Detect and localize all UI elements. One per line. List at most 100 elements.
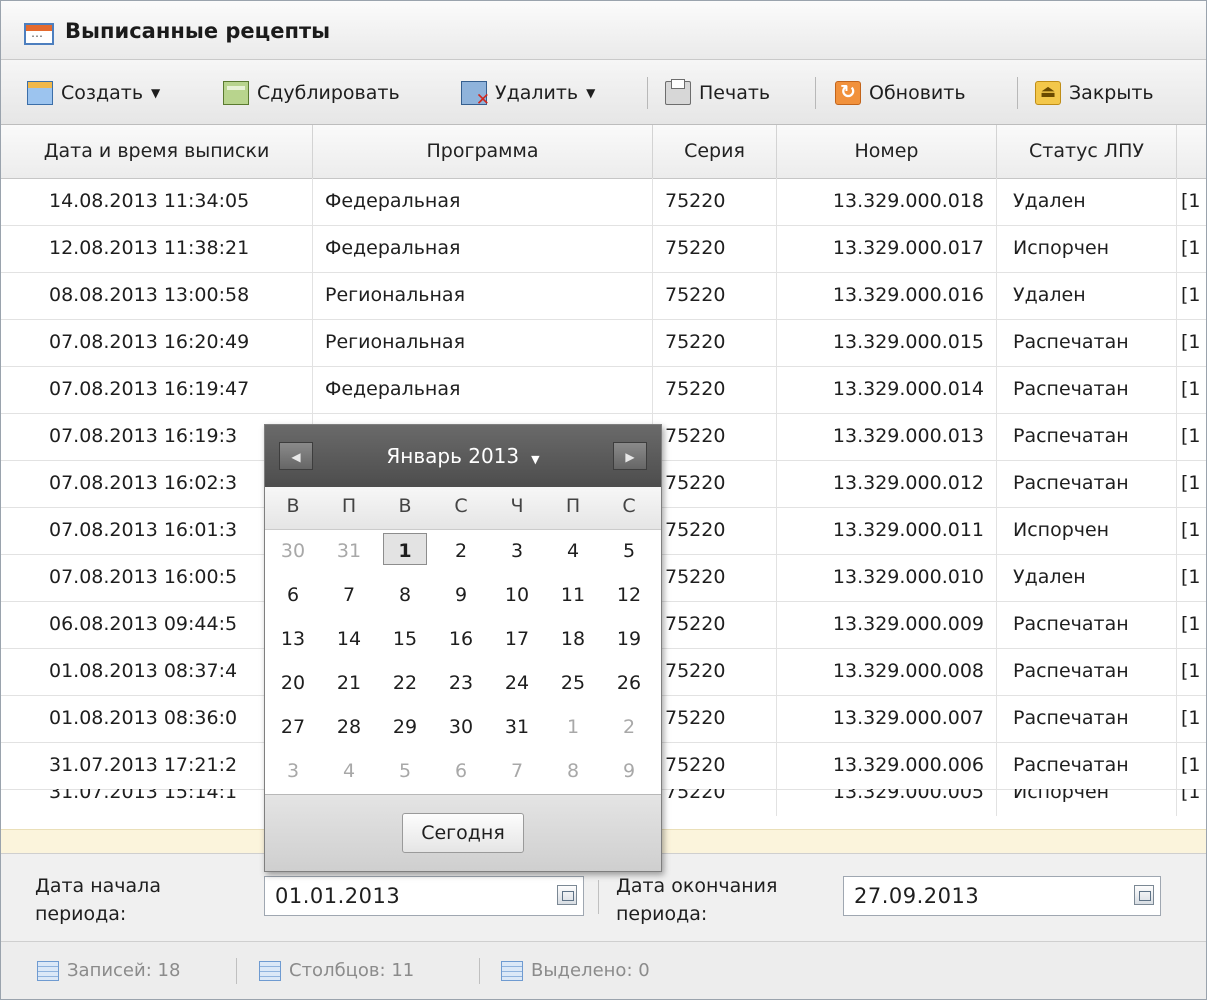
month-year-selector[interactable]: Январь 2013 ▼: [355, 425, 571, 491]
field-separator: [598, 880, 599, 914]
today-button[interactable]: Сегодня: [402, 813, 524, 853]
duplicate-button[interactable]: Сдублировать: [223, 78, 400, 108]
calendar-day[interactable]: 27: [265, 709, 321, 745]
calendar-day[interactable]: 30: [265, 533, 321, 569]
calendar-day[interactable]: 15: [377, 621, 433, 657]
delete-button[interactable]: Удалить ▼: [461, 78, 596, 110]
calendar-day[interactable]: 11: [545, 577, 601, 613]
date-picker-footer: Сегодня: [265, 794, 661, 871]
calendar-day[interactable]: 1: [545, 709, 601, 745]
cell-program: Федеральная: [313, 366, 653, 413]
window-titlebar: Выписанные рецепты: [1, 1, 1206, 60]
calendar-day[interactable]: 20: [265, 665, 321, 701]
prev-month-button[interactable]: ◀: [279, 442, 313, 470]
records-count: Записей: 18: [67, 960, 181, 981]
weekday-header: В П В С Ч П С: [265, 487, 661, 530]
records-status: Записей: 18: [37, 960, 180, 981]
calendar-day[interactable]: 10: [489, 577, 545, 613]
calendar-day[interactable]: 4: [545, 533, 601, 569]
weekday-label: Ч: [510, 495, 524, 517]
table-row[interactable]: 08.08.2013 13:00:58 Региональная 75220 1…: [1, 272, 1206, 320]
calendar-day[interactable]: 26: [601, 665, 657, 701]
column-header-date[interactable]: Дата и время выписки: [1, 125, 313, 178]
cell-number: 13.329.000.005: [777, 789, 997, 816]
next-month-button[interactable]: ▶: [613, 442, 647, 470]
calendar-day[interactable]: 13: [265, 621, 321, 657]
column-header-series[interactable]: Серия: [653, 125, 777, 178]
calendar-day[interactable]: 7: [321, 577, 377, 613]
calendar-day[interactable]: 24: [489, 665, 545, 701]
table-row[interactable]: 07.08.2013 16:20:49 Региональная 75220 1…: [1, 319, 1206, 367]
calendar-day[interactable]: 19: [601, 621, 657, 657]
calendar-day[interactable]: 31: [489, 709, 545, 745]
cell-number: 13.329.000.010: [777, 554, 997, 601]
delete-icon: [461, 81, 490, 110]
calendar-days: 30 31 1 2 3 4 5 6 7 8 9 10 11 12 13 14 15 16 17 18 19 20 21 22 2…: [265, 533, 661, 795]
weekday-label: П: [565, 495, 581, 517]
close-button[interactable]: Закрыть: [1035, 78, 1154, 108]
weekday-label: В: [398, 495, 412, 517]
calendar-day[interactable]: 7: [489, 753, 545, 789]
cell-status: Распечатан: [997, 601, 1177, 648]
table-row[interactable]: 07.08.2013 16:19:47 Федеральная 75220 13…: [1, 366, 1206, 414]
calendar-day[interactable]: 21: [321, 665, 377, 701]
cell-number: 13.329.000.011: [777, 507, 997, 554]
end-date-field[interactable]: 27.09.2013: [843, 876, 1161, 916]
calendar-day[interactable]: 16: [433, 621, 489, 657]
calendar-day[interactable]: 28: [321, 709, 377, 745]
calendar-day[interactable]: 25: [545, 665, 601, 701]
calendar-day[interactable]: 2: [601, 709, 657, 745]
calendar-day[interactable]: 5: [377, 753, 433, 789]
cell-series: 75220: [653, 272, 777, 319]
weekday-label: В: [286, 495, 300, 517]
cell-status: Распечатан: [997, 366, 1177, 413]
column-header-extra[interactable]: [1177, 125, 1206, 178]
calendar-day[interactable]: 18: [545, 621, 601, 657]
calendar-day[interactable]: 8: [377, 577, 433, 613]
cell-extra: [1: [1181, 190, 1201, 212]
date-picker-header: ◀ Январь 2013 ▼ ▶: [265, 425, 661, 487]
cell-status: Удален: [997, 554, 1177, 601]
column-header-program[interactable]: Программа: [313, 125, 653, 178]
cell-extra: [1: [1181, 472, 1201, 494]
calendar-day[interactable]: 30: [433, 709, 489, 745]
calendar-day[interactable]: 23: [433, 665, 489, 701]
table-row[interactable]: 14.08.2013 11:34:05 Федеральная 75220 13…: [1, 178, 1206, 226]
calendar-day[interactable]: 8: [545, 753, 601, 789]
refresh-button[interactable]: Обновить: [835, 78, 966, 108]
print-button[interactable]: Печать: [665, 78, 770, 108]
calendar-day[interactable]: 4: [321, 753, 377, 789]
calendar-icon[interactable]: [557, 885, 577, 905]
refresh-icon: [835, 81, 861, 105]
calendar-day[interactable]: 1: [377, 533, 433, 569]
calendar-day[interactable]: 17: [489, 621, 545, 657]
table-row[interactable]: 12.08.2013 11:38:21 Федеральная 75220 13…: [1, 225, 1206, 273]
create-icon: [27, 81, 53, 105]
cell-status: Испорчен: [997, 789, 1177, 816]
cell-extra: [1: [1181, 613, 1201, 635]
calendar-day[interactable]: 6: [433, 753, 489, 789]
calendar-day[interactable]: 6: [265, 577, 321, 613]
calendar-day[interactable]: 5: [601, 533, 657, 569]
calendar-day[interactable]: 3: [489, 533, 545, 569]
calendar-day[interactable]: 9: [433, 577, 489, 613]
cell-series: 75220: [653, 413, 777, 460]
column-header-status[interactable]: Статус ЛПУ: [997, 125, 1177, 178]
cell-number: 13.329.000.009: [777, 601, 997, 648]
calendar-day[interactable]: 14: [321, 621, 377, 657]
column-header-number[interactable]: Номер: [777, 125, 997, 178]
chevron-down-icon: ▼: [586, 86, 596, 100]
start-date-field[interactable]: 01.01.2013: [264, 876, 584, 916]
calendar-day[interactable]: 29: [377, 709, 433, 745]
grid-icon: [259, 960, 281, 981]
calendar-day[interactable]: 31: [321, 533, 377, 569]
calendar-day[interactable]: 2: [433, 533, 489, 569]
close-icon: [1035, 81, 1061, 105]
calendar-icon[interactable]: [1134, 885, 1154, 905]
calendar-day[interactable]: 12: [601, 577, 657, 613]
create-button[interactable]: Создать ▼: [27, 78, 160, 108]
cell-number: 13.329.000.014: [777, 366, 997, 413]
calendar-day[interactable]: 9: [601, 753, 657, 789]
calendar-day[interactable]: 3: [265, 753, 321, 789]
calendar-day[interactable]: 22: [377, 665, 433, 701]
